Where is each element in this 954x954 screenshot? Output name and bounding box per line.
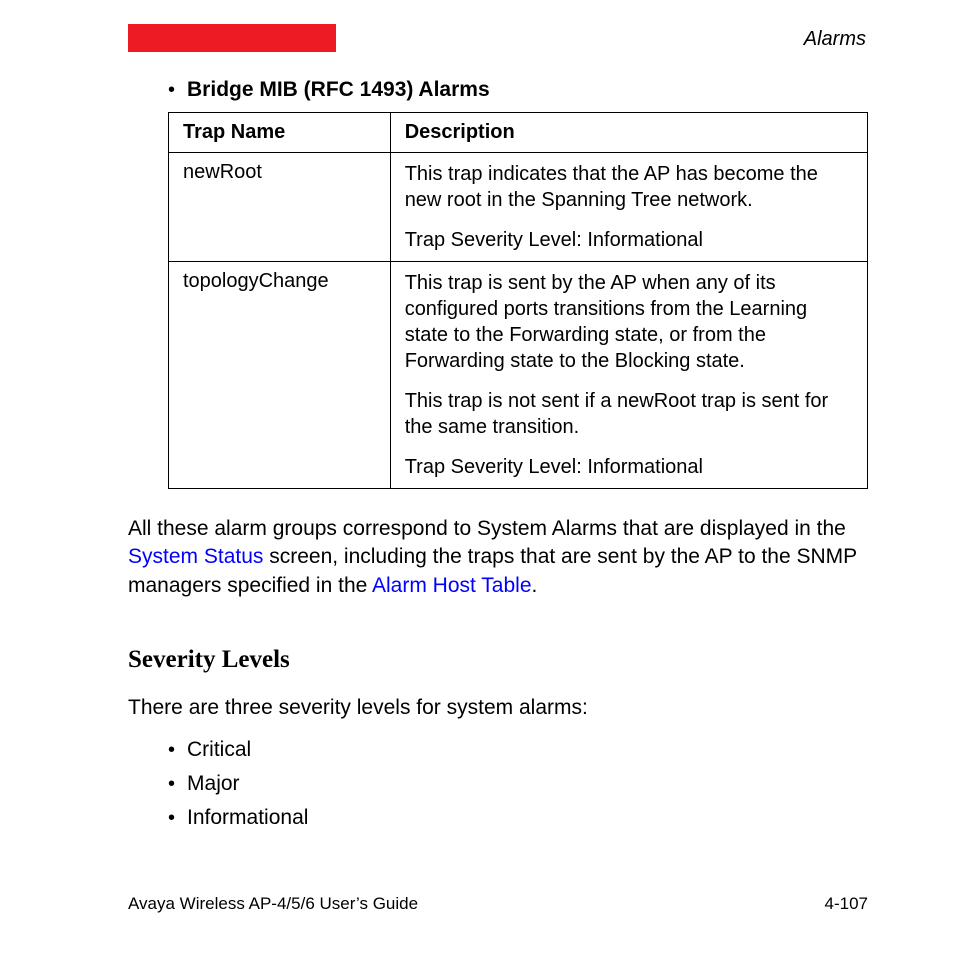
trap-desc-para: This trap indicates that the AP has beco… (405, 161, 853, 213)
trap-name-cell: newRoot (169, 153, 391, 262)
trap-desc-cell: This trap indicates that the AP has beco… (390, 153, 867, 262)
header-accent-bar (128, 24, 336, 52)
list-item: • Informational (168, 806, 868, 830)
page-footer: Avaya Wireless AP-4/5/6 User’s Guide 4-1… (128, 894, 868, 914)
severity-heading: Severity Levels (128, 646, 868, 674)
bullet-icon: • (168, 774, 175, 794)
system-status-link[interactable]: System Status (128, 545, 263, 568)
table-row: newRoot This trap indicates that the AP … (169, 153, 868, 262)
header-section-label: Alarms (804, 28, 866, 51)
list-item: • Major (168, 772, 868, 796)
content-area: • Bridge MIB (RFC 1493) Alarms Trap Name… (128, 78, 868, 840)
trap-desc-para: Trap Severity Level: Informational (405, 454, 853, 480)
footer-page-number: 4-107 (825, 894, 868, 914)
col-header-name: Trap Name (169, 113, 391, 153)
list-item: • Critical (168, 738, 868, 762)
bullet-icon: • (168, 808, 175, 828)
table-row: topologyChange This trap is sent by the … (169, 262, 868, 489)
bullet-heading-text: Bridge MIB (RFC 1493) Alarms (187, 78, 490, 102)
page: Alarms • Bridge MIB (RFC 1493) Alarms Tr… (0, 0, 954, 954)
trap-desc-para: This trap is sent by the AP when any of … (405, 270, 853, 374)
trap-desc-para: Trap Severity Level: Informational (405, 227, 853, 253)
list-item-label: Informational (187, 806, 308, 830)
severity-list: • Critical • Major • Informational (168, 738, 868, 830)
trap-desc-cell: This trap is sent by the AP when any of … (390, 262, 867, 489)
bullet-heading-row: • Bridge MIB (RFC 1493) Alarms (168, 78, 868, 102)
summary-text: All these alarm groups correspond to Sys… (128, 517, 846, 540)
alarm-host-table-link[interactable]: Alarm Host Table (372, 574, 532, 597)
summary-paragraph: All these alarm groups correspond to Sys… (128, 515, 868, 600)
trap-desc-para: This trap is not sent if a newRoot trap … (405, 388, 853, 440)
summary-text: . (532, 574, 538, 597)
severity-intro: There are three severity levels for syst… (128, 696, 868, 720)
bullet-icon: • (168, 80, 175, 100)
list-item-label: Major (187, 772, 240, 796)
bullet-icon: • (168, 740, 175, 760)
col-header-desc: Description (390, 113, 867, 153)
list-item-label: Critical (187, 738, 251, 762)
trap-name-cell: topologyChange (169, 262, 391, 489)
trap-table: Trap Name Description newRoot This trap … (168, 112, 868, 489)
table-header-row: Trap Name Description (169, 113, 868, 153)
footer-doc-title: Avaya Wireless AP-4/5/6 User’s Guide (128, 894, 418, 914)
